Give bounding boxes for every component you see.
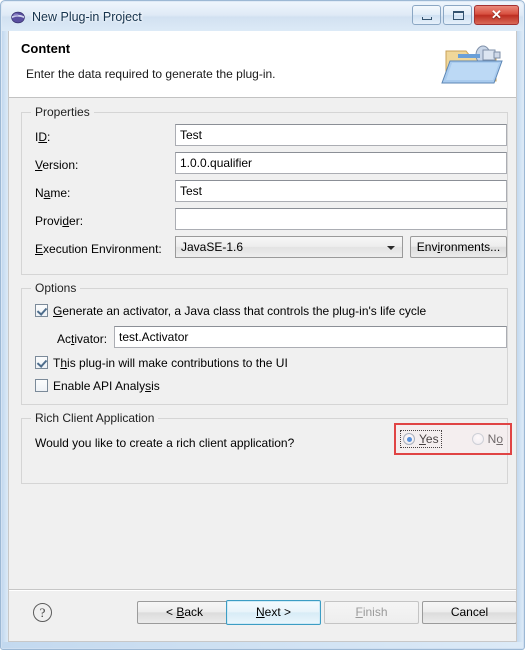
- wizard-header: Content Enter the data required to gener…: [9, 31, 516, 98]
- title-bar[interactable]: New Plug-in Project ✕: [2, 2, 523, 31]
- wizard-body: Properties ID: Test Version: 1.0.0.quali…: [9, 98, 516, 641]
- rich-client-group: Rich Client Application: [21, 411, 508, 484]
- activator-label: Activator:: [57, 332, 108, 346]
- id-label: ID:: [35, 130, 51, 144]
- id-input[interactable]: Test: [175, 124, 507, 146]
- generate-activator-checkbox[interactable]: Generate an activator, a Java class that…: [35, 304, 426, 318]
- ui-contributions-checkbox[interactable]: This plug-in will make contributions to …: [35, 356, 288, 370]
- dialog-window: New Plug-in Project ✕ Content Enter the …: [0, 0, 525, 650]
- minimize-icon: [422, 17, 432, 20]
- close-icon: ✕: [491, 7, 502, 22]
- radio-selected-icon: [403, 433, 415, 445]
- rich-client-group-title: Rich Client Application: [31, 411, 159, 425]
- cancel-button[interactable]: Cancel: [422, 601, 516, 624]
- next-button[interactable]: Next >: [226, 600, 321, 625]
- execution-environment-select[interactable]: JavaSE-1.6: [175, 236, 403, 258]
- rich-client-yes-label: Yes: [419, 432, 439, 446]
- execution-environment-label: Execution Environment:: [35, 242, 162, 256]
- radio-unselected-icon: [471, 433, 484, 445]
- checkbox-icon: [35, 304, 48, 317]
- minimize-button[interactable]: [412, 5, 441, 25]
- rich-client-no-label: No: [487, 432, 503, 446]
- ui-contributions-label: This plug-in will make contributions to …: [53, 356, 288, 370]
- environments-button[interactable]: Environments...: [410, 236, 507, 258]
- window-controls: ✕: [412, 5, 519, 25]
- frame-right-edge: [517, 31, 523, 648]
- version-input[interactable]: 1.0.0.qualifier: [175, 152, 507, 174]
- generate-activator-label: Generate an activator, a Java class that…: [53, 304, 427, 318]
- rich-client-question: Would you like to create a rich client a…: [35, 436, 295, 450]
- maximize-icon: [453, 11, 464, 20]
- rich-client-radio-group: Yes No: [400, 429, 505, 449]
- execution-environment-value: JavaSE-1.6: [181, 240, 244, 254]
- api-analysis-checkbox[interactable]: Enable API Analysis: [35, 379, 160, 393]
- dialog-client-area: Content Enter the data required to gener…: [8, 31, 517, 642]
- maximize-button[interactable]: [443, 5, 472, 25]
- plugin-folder-icon: [440, 37, 508, 93]
- checkbox-icon: [35, 356, 48, 369]
- window-title: New Plug-in Project: [32, 9, 142, 24]
- rich-client-yes-radio[interactable]: Yes: [400, 430, 442, 448]
- footer-separator: [9, 589, 516, 591]
- frame-bottom-edge: [2, 642, 523, 648]
- finish-button: Finish: [324, 601, 419, 624]
- page-subtitle: Enter the data required to generate the …: [26, 67, 276, 81]
- provider-input[interactable]: [175, 208, 507, 230]
- chevron-down-icon: [387, 246, 395, 250]
- rich-client-no-radio[interactable]: No: [470, 431, 505, 447]
- help-icon[interactable]: ?: [33, 603, 52, 622]
- back-button[interactable]: < Back: [137, 601, 232, 624]
- close-button[interactable]: ✕: [474, 5, 519, 25]
- name-label: Name:: [35, 186, 71, 200]
- options-group-title: Options: [31, 281, 81, 295]
- version-label: Version:: [35, 158, 79, 172]
- page-title: Content: [21, 41, 71, 56]
- eclipse-icon: [10, 9, 26, 25]
- activator-input[interactable]: test.Activator: [114, 326, 507, 348]
- properties-group-title: Properties: [31, 105, 94, 119]
- name-input[interactable]: Test: [175, 180, 507, 202]
- provider-label: Provider:: [35, 214, 84, 228]
- api-analysis-label: Enable API Analysis: [53, 379, 160, 393]
- checkbox-icon: [35, 379, 48, 392]
